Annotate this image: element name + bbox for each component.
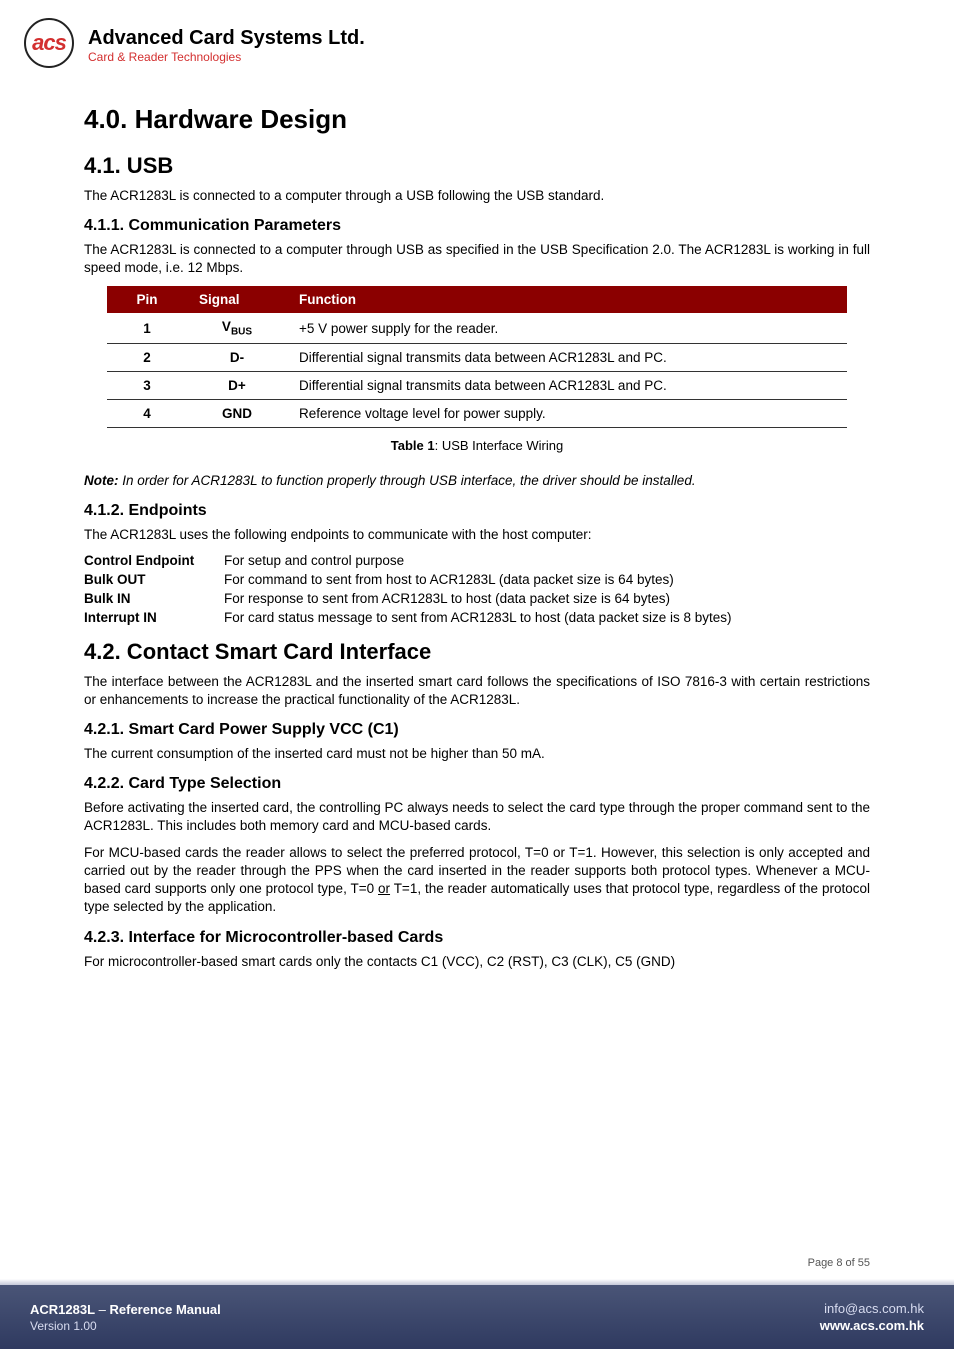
cell-pin: 4 (107, 400, 187, 428)
endpoint-term: Control Endpoint (84, 553, 224, 568)
heading-contact-interface: 4.2. Contact Smart Card Interface (84, 639, 870, 665)
micro-text: For microcontroller-based smart cards on… (84, 953, 870, 971)
cell-pin: 3 (107, 372, 187, 400)
cell-signal: VBUS (187, 313, 287, 344)
usb-interface-table: Pin Signal Function 1 VBUS +5 V power su… (107, 286, 847, 429)
logo-initials: acs (32, 30, 66, 56)
brand-header: acs Advanced Card Systems Ltd. Card & Re… (0, 0, 954, 80)
card-type-para-1: Before activating the inserted card, the… (84, 799, 870, 835)
table-row: 3 D+ Differential signal transmits data … (107, 372, 847, 400)
brand-subtitle: Card & Reader Technologies (88, 50, 365, 64)
endpoint-def: For response to sent from ACR1283L to ho… (224, 591, 870, 606)
heading-hardware-design: 4.0. Hardware Design (84, 104, 870, 135)
comm-params-text: The ACR1283L is connected to a computer … (84, 241, 870, 277)
heading-usb: 4.1. USB (84, 153, 870, 179)
website-link: www.acs.com.hk (820, 1318, 924, 1333)
brand-title: Advanced Card Systems Ltd. (88, 27, 365, 50)
version-text: Version 1.00 (30, 1319, 221, 1333)
endpoint-row: Control Endpoint For setup and control p… (84, 553, 870, 568)
driver-note: Note: In order for ACR1283L to function … (84, 473, 870, 488)
th-signal: Signal (187, 286, 287, 313)
table-row: 1 VBUS +5 V power supply for the reader. (107, 313, 847, 344)
cell-pin: 2 (107, 344, 187, 372)
usb-intro: The ACR1283L is connected to a computer … (84, 187, 870, 205)
contact-intro: The interface between the ACR1283L and t… (84, 673, 870, 709)
vcc-text: The current consumption of the inserted … (84, 745, 870, 763)
heading-comm-params: 4.1.1. Communication Parameters (84, 217, 870, 235)
endpoint-row: Bulk OUT For command to sent from host t… (84, 572, 870, 587)
cell-function: Reference voltage level for power supply… (287, 400, 847, 428)
cell-pin: 1 (107, 313, 187, 344)
endpoint-row: Bulk IN For response to sent from ACR128… (84, 591, 870, 606)
endpoint-def: For setup and control purpose (224, 553, 870, 568)
cell-function: Differential signal transmits data betwe… (287, 344, 847, 372)
heading-micro-interface: 4.2.3. Interface for Microcontroller-bas… (84, 929, 870, 947)
table-caption: Table 1: USB Interface Wiring (84, 438, 870, 453)
table-row: 2 D- Differential signal transmits data … (107, 344, 847, 372)
manual-title: ACR1283L – Reference Manual (30, 1302, 221, 1317)
table-header-row: Pin Signal Function (107, 286, 847, 313)
heading-endpoints: 4.1.2. Endpoints (84, 502, 870, 520)
cell-signal: GND (187, 400, 287, 428)
endpoint-def: For card status message to sent from ACR… (224, 610, 870, 625)
endpoint-row: Interrupt IN For card status message to … (84, 610, 870, 625)
th-pin: Pin (107, 286, 187, 313)
endpoint-term: Bulk IN (84, 591, 224, 606)
endpoint-term: Interrupt IN (84, 610, 224, 625)
endpoint-def: For command to sent from host to ACR1283… (224, 572, 870, 587)
endpoints-intro: The ACR1283L uses the following endpoint… (84, 526, 870, 544)
heading-vcc: 4.2.1. Smart Card Power Supply VCC (C1) (84, 721, 870, 739)
card-type-para-2: For MCU-based cards the reader allows to… (84, 844, 870, 917)
footer-left: ACR1283L – Reference Manual Version 1.00 (30, 1302, 221, 1333)
cell-function: +5 V power supply for the reader. (287, 313, 847, 344)
cell-signal: D+ (187, 372, 287, 400)
table-row: 4 GND Reference voltage level for power … (107, 400, 847, 428)
page-content: 4.0. Hardware Design 4.1. USB The ACR128… (0, 104, 954, 971)
page-footer: ACR1283L – Reference Manual Version 1.00… (0, 1285, 954, 1349)
page-number: Page 8 of 55 (808, 1257, 870, 1269)
th-function: Function (287, 286, 847, 313)
footer-right: info@acs.com.hk www.acs.com.hk (820, 1301, 924, 1333)
brand-logo: acs (24, 18, 78, 72)
cell-function: Differential signal transmits data betwe… (287, 372, 847, 400)
contact-email: info@acs.com.hk (820, 1301, 924, 1316)
heading-card-type: 4.2.2. Card Type Selection (84, 775, 870, 793)
cell-signal: D- (187, 344, 287, 372)
endpoint-term: Bulk OUT (84, 572, 224, 587)
